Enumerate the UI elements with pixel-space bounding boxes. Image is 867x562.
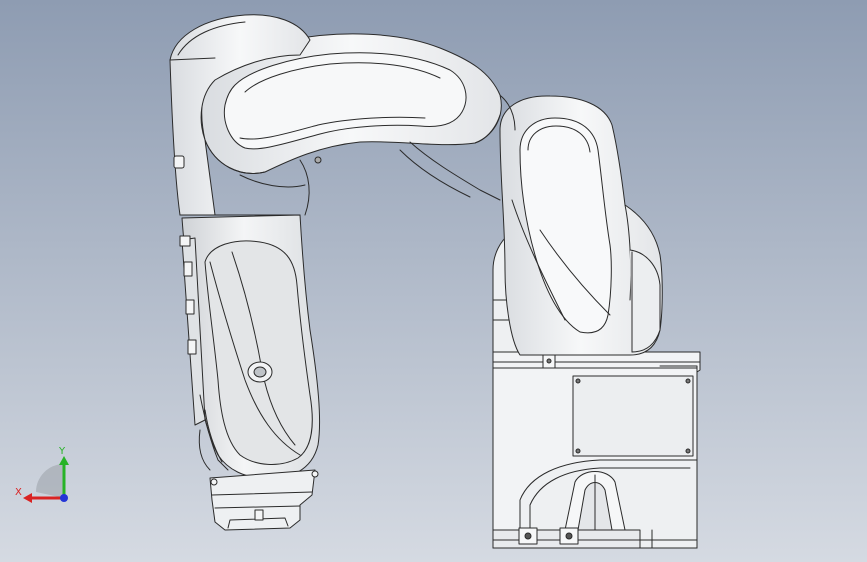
z-axis-origin (60, 494, 68, 502)
robot-base[interactable] (492, 351, 701, 549)
x-axis-label: X (15, 487, 22, 498)
y-axis-label: Y (58, 446, 66, 457)
base-cover-plate (572, 375, 694, 457)
robot-arm-model[interactable]: Y X (0, 0, 867, 562)
cad-graphics-viewport[interactable]: Y X (0, 0, 867, 562)
